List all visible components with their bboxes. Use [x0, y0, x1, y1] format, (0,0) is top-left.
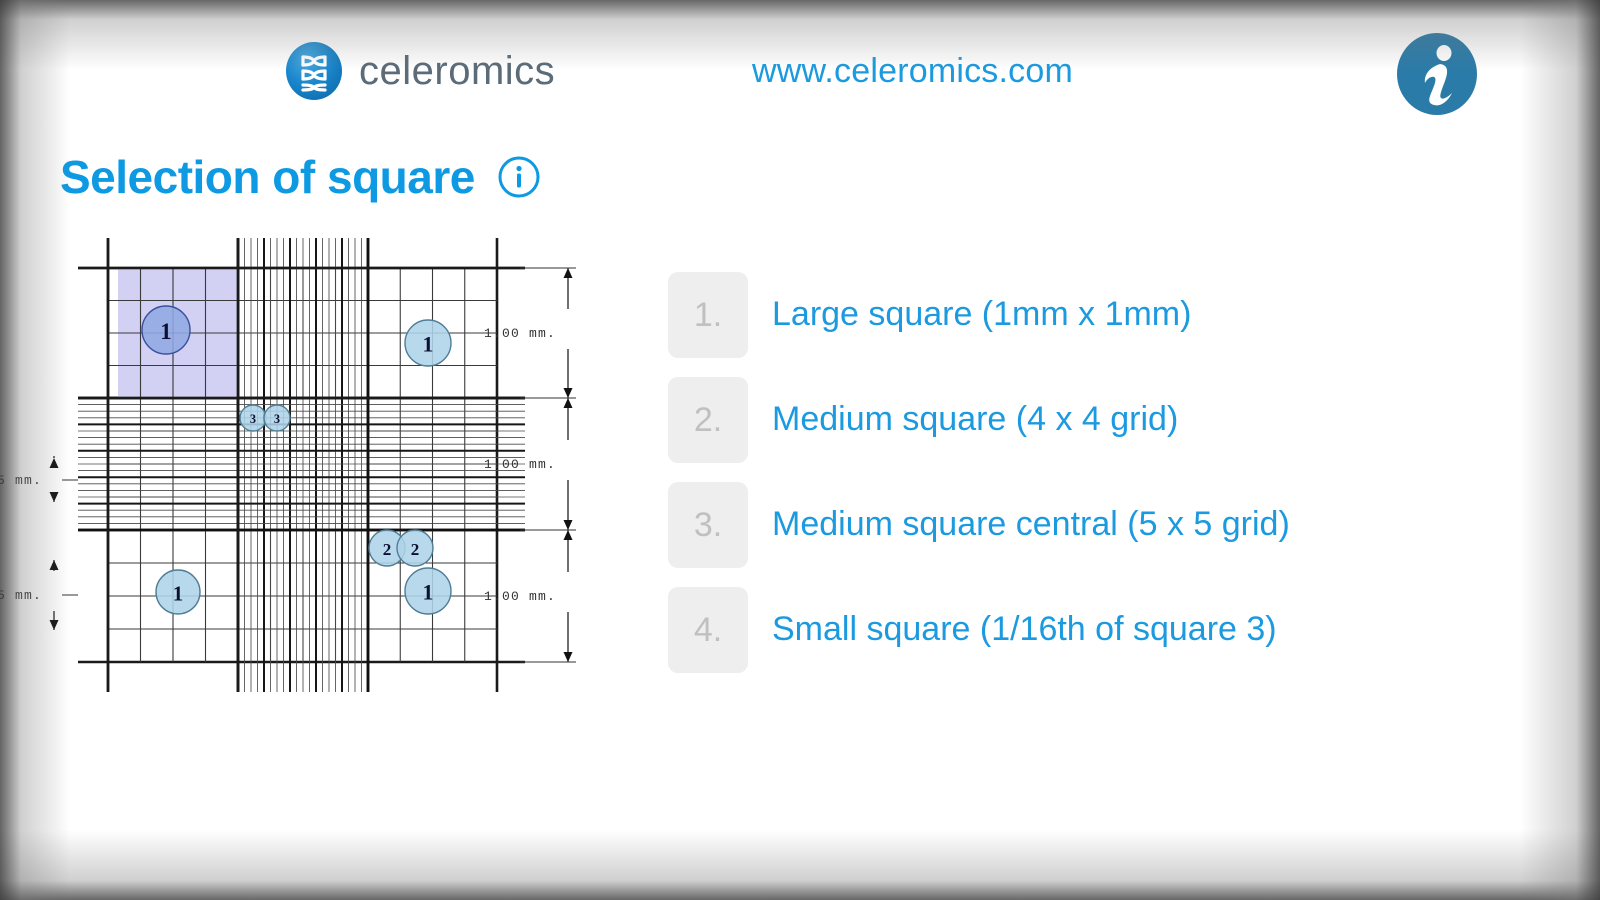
page-title: Selection of square — [60, 151, 475, 203]
celeromics-dna-logo-icon — [286, 42, 342, 100]
svg-text:1.00 mm.: 1.00 mm. — [484, 589, 556, 604]
legend-number-badge: 1. — [668, 272, 748, 358]
legend-item-label: Medium square (4 x 4 grid) — [772, 400, 1179, 439]
legend-number-badge: 3. — [668, 482, 748, 568]
cell-marker-2[interactable]: 2 — [396, 529, 434, 567]
page-title-row: Selection of square — [60, 152, 541, 203]
legend-item-2[interactable]: 2. Medium square (4 x 4 grid) — [668, 377, 1368, 463]
legend-item-label: Large square (1mm x 1mm) — [772, 295, 1192, 334]
cell-marker-1[interactable]: 1 — [155, 569, 201, 615]
svg-text:1.00 mm.: 1.00 mm. — [484, 326, 556, 341]
dimension-annotations: 1.00 mm. 1.00 mm. 1.00 mm. 0.05 mm. 0.25 mm. — [0, 267, 576, 663]
svg-text:1: 1 — [160, 319, 171, 344]
cell-marker-3[interactable]: 3 — [263, 404, 291, 432]
brand-logo-group[interactable]: celeromics — [283, 40, 555, 102]
square-type-legend: 1. Large square (1mm x 1mm) 2. Medium sq… — [668, 272, 1368, 692]
svg-text:0.25 mm.: 0.25 mm. — [0, 588, 42, 603]
info-circle-outline-icon[interactable] — [497, 155, 541, 199]
svg-text:2: 2 — [411, 540, 420, 559]
site-url-link[interactable]: www.celeromics.com — [752, 52, 1073, 91]
legend-item-1[interactable]: 1. Large square (1mm x 1mm) — [668, 272, 1368, 358]
legend-item-label: Small square (1/16th of square 3) — [772, 610, 1277, 649]
cell-marker-1[interactable]: 1 — [404, 567, 452, 615]
svg-text:1.00 mm.: 1.00 mm. — [484, 457, 556, 472]
legend-item-3[interactable]: 3. Medium square central (5 x 5 grid) — [668, 482, 1368, 568]
brand-name-text: celeromics — [359, 49, 556, 93]
page-header: celeromics www.celeromics.com — [0, 0, 1600, 140]
legend-number-badge: 2. — [668, 377, 748, 463]
svg-text:1: 1 — [423, 581, 434, 605]
info-circle-icon[interactable] — [1394, 31, 1480, 117]
hemocytometer-grid-svg: 1.00 mm. 1.00 mm. 1.00 mm. 0.05 mm. 0.25 mm.… — [0, 238, 576, 692]
svg-text:1: 1 — [423, 333, 434, 357]
legend-item-label: Medium square central (5 x 5 grid) — [772, 505, 1290, 544]
svg-text:3: 3 — [250, 412, 256, 426]
hemocytometer-diagram[interactable]: 1.00 mm. 1.00 mm. 1.00 mm. 0.05 mm. 0.25 mm.… — [0, 230, 660, 710]
legend-number-badge: 4. — [668, 587, 748, 673]
svg-text:2: 2 — [383, 540, 392, 559]
legend-item-4[interactable]: 4. Small square (1/16th of square 3) — [668, 587, 1368, 673]
dimension-arrow: 0.25 mm. — [0, 560, 59, 630]
slide-root: celeromics www.celeromics.com Selection … — [0, 0, 1600, 900]
svg-text:1: 1 — [173, 581, 183, 605]
svg-text:3: 3 — [274, 412, 280, 426]
svg-text:0.05 mm.: 0.05 mm. — [0, 473, 42, 488]
cell-marker-1[interactable]: 1 — [404, 319, 452, 367]
cell-marker-1[interactable]: 1 — [141, 305, 191, 355]
cell-marker-3[interactable]: 3 — [239, 404, 267, 432]
dimension-arrow: 0.05 mm. — [0, 456, 59, 502]
